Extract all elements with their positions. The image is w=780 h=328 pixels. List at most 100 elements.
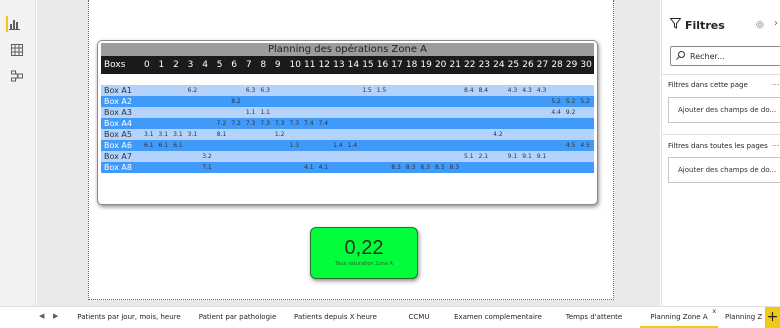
table-row[interactable]: Box A3 1.1 1.1 4.4 9.2 bbox=[101, 107, 594, 118]
tab-examen-complementaire[interactable]: Examen complementaire bbox=[449, 307, 547, 328]
header-col[interactable]: 18 bbox=[404, 56, 420, 74]
header-col[interactable]: 12 bbox=[317, 56, 333, 74]
header-col[interactable]: 1 bbox=[157, 56, 173, 74]
filters-search-input[interactable]: Recher... bbox=[670, 46, 780, 66]
header-col[interactable]: 0 bbox=[143, 56, 158, 74]
page-filters-drop-well[interactable]: Ajouter des champs de do... bbox=[668, 97, 780, 123]
planning-matrix-visual[interactable]: Planning des opérations Zone A Boxs 0123… bbox=[97, 40, 598, 205]
kpi-card[interactable]: 0,22 Taux saturation Zone A bbox=[310, 227, 418, 279]
header-col[interactable]: 10 bbox=[288, 56, 304, 74]
tabs-prev-icon[interactable]: ◀ bbox=[39, 312, 44, 320]
tab-temps-attente[interactable]: Temps d'attente bbox=[557, 307, 631, 328]
header-col[interactable]: 29 bbox=[564, 56, 580, 74]
matrix-title: Planning des opérations Zone A bbox=[101, 43, 594, 56]
header-col[interactable]: 24 bbox=[492, 56, 507, 74]
table-cell bbox=[273, 96, 289, 107]
table-cell bbox=[463, 96, 478, 107]
tab-close-icon[interactable]: x bbox=[712, 307, 716, 322]
table-cell bbox=[186, 107, 202, 118]
table-cell bbox=[288, 162, 304, 173]
table-cell bbox=[244, 151, 260, 162]
data-view-icon[interactable] bbox=[9, 42, 25, 58]
spacer-cell bbox=[101, 74, 594, 85]
table-cell bbox=[375, 96, 391, 107]
table-cell: 7.1 bbox=[201, 162, 216, 173]
header-col[interactable]: 19 bbox=[419, 56, 434, 74]
tab-planning-zone-a[interactable]: Planning Zone A x bbox=[640, 307, 718, 328]
table-cell bbox=[244, 162, 260, 173]
table-cell: 2.1 bbox=[477, 151, 493, 162]
tab-ccmu[interactable]: CCMU bbox=[395, 307, 443, 328]
header-col[interactable]: 5 bbox=[215, 56, 231, 74]
tabs-next-icon[interactable]: ▶ bbox=[53, 312, 58, 320]
filters-header: Filtres bbox=[669, 18, 725, 32]
table-cell: 9.1 bbox=[521, 151, 536, 162]
header-col[interactable]: 21 bbox=[448, 56, 464, 74]
table-cell bbox=[579, 85, 594, 96]
header-col[interactable]: 8 bbox=[259, 56, 274, 74]
header-col[interactable]: 14 bbox=[346, 56, 362, 74]
tab-patient-par-pathologie[interactable]: Patient par pathologie bbox=[190, 307, 285, 328]
header-col[interactable]: 13 bbox=[332, 56, 347, 74]
table-cell: 4.2 bbox=[492, 129, 507, 140]
header-col[interactable]: 28 bbox=[550, 56, 565, 74]
header-col[interactable]: 16 bbox=[375, 56, 391, 74]
header-col[interactable]: 4 bbox=[201, 56, 216, 74]
table-cell: 8.3 bbox=[419, 162, 434, 173]
table-row[interactable]: Box A7 3.2 5.1 2.1 9.1 9.1 9.1 bbox=[101, 151, 594, 162]
header-boxs[interactable]: Boxs bbox=[101, 56, 143, 74]
header-col[interactable]: 25 bbox=[506, 56, 522, 74]
header-col[interactable]: 9 bbox=[273, 56, 289, 74]
table-row[interactable]: Box A8 7.1 4.1 4.1 8.3 8.3 8.3 8.3 8.3 bbox=[101, 162, 594, 173]
all-pages-filters-drop-well[interactable]: Ajouter des champs de do... bbox=[668, 157, 780, 183]
header-col[interactable]: 11 bbox=[303, 56, 318, 74]
header-col[interactable]: 15 bbox=[361, 56, 376, 74]
table-row[interactable]: Box A2 8.2 5.2 5.2 5.2 bbox=[101, 96, 594, 107]
model-view-icon[interactable] bbox=[9, 68, 25, 84]
header-col[interactable]: 27 bbox=[535, 56, 551, 74]
table-cell: 3.1 bbox=[186, 129, 202, 140]
table-cell: 9.1 bbox=[535, 151, 551, 162]
table-cell bbox=[419, 85, 434, 96]
eye-icon[interactable]: ◎ bbox=[756, 20, 764, 30]
table-cell bbox=[317, 85, 333, 96]
header-col[interactable]: 26 bbox=[521, 56, 536, 74]
header-col[interactable]: 22 bbox=[463, 56, 478, 74]
tab-planning-z[interactable]: Planning Z bbox=[725, 307, 765, 328]
tab-patients-par-jour[interactable]: Patients par jour, mois, heure bbox=[70, 307, 188, 328]
table-cell bbox=[361, 129, 376, 140]
report-view-icon[interactable] bbox=[6, 16, 22, 32]
header-col[interactable]: 23 bbox=[477, 56, 493, 74]
table-cell bbox=[492, 162, 507, 173]
tab-patients-depuis-x-heure[interactable]: Patients depuis X heure bbox=[287, 307, 384, 328]
table-cell bbox=[535, 140, 551, 151]
header-col[interactable]: 17 bbox=[390, 56, 405, 74]
table-cell bbox=[259, 151, 274, 162]
table-cell bbox=[303, 107, 318, 118]
table-cell bbox=[506, 96, 522, 107]
table-cell bbox=[492, 107, 507, 118]
table-cell bbox=[477, 118, 493, 129]
table-cell bbox=[230, 140, 245, 151]
header-col[interactable]: 7 bbox=[244, 56, 260, 74]
table-cell bbox=[361, 107, 376, 118]
all-pages-filters-more-icon[interactable]: ... bbox=[772, 139, 780, 148]
header-col[interactable]: 30 bbox=[579, 56, 594, 74]
header-col[interactable]: 20 bbox=[433, 56, 449, 74]
header-col[interactable]: 6 bbox=[230, 56, 245, 74]
header-col[interactable]: 3 bbox=[186, 56, 202, 74]
table-cell bbox=[535, 96, 551, 107]
table-cell bbox=[492, 85, 507, 96]
table-row[interactable]: Box A4 7.2 7.2 7.3 7.3 7.3 7.3 7.4 7.4 bbox=[101, 118, 594, 129]
page-filters-more-icon[interactable]: ... bbox=[772, 78, 780, 87]
header-col[interactable]: 2 bbox=[172, 56, 187, 74]
table-cell bbox=[303, 96, 318, 107]
table-cell bbox=[143, 85, 158, 96]
table-row[interactable]: Box A1 6.2 6.3 6.3 1.5 1.5 8.4 8.4 4.3 4.3 4.3 bbox=[101, 85, 594, 96]
add-page-button[interactable]: + bbox=[765, 307, 780, 328]
table-row[interactable]: Box A5 3.1 3.1 3.1 3.1 8.1 1.2 4.2 bbox=[101, 129, 594, 140]
table-cell bbox=[448, 85, 464, 96]
collapse-icon[interactable]: › bbox=[774, 18, 778, 29]
table-row[interactable]: Box A6 6.1 6.1 6.1 1.3 1.4 1.4 4.5 4.5 bbox=[101, 140, 594, 151]
table-cell bbox=[375, 129, 391, 140]
